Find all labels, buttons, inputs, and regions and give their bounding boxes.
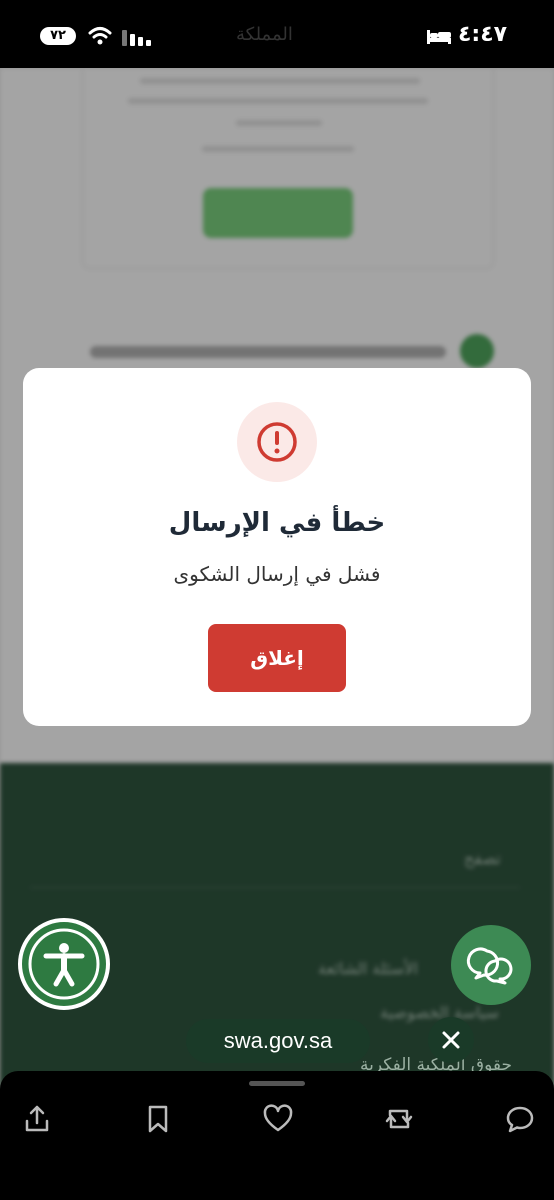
status-center-text: المملكة bbox=[236, 24, 293, 45]
comment-icon[interactable] bbox=[504, 1103, 536, 1135]
close-button[interactable]: إغلاق bbox=[208, 624, 346, 692]
chat-button[interactable] bbox=[451, 925, 531, 1005]
dialog-message: فشل في إرسال الشكوى bbox=[173, 562, 381, 586]
close-icon bbox=[442, 1031, 460, 1049]
accessibility-icon bbox=[28, 928, 100, 1000]
error-dialog: خطأ في الإرسال فشل في إرسال الشكوى إغلاق bbox=[23, 368, 531, 726]
repost-icon[interactable] bbox=[383, 1103, 415, 1135]
dialog-title: خطأ في الإرسال bbox=[168, 508, 386, 538]
signal-icon bbox=[122, 30, 151, 46]
error-icon-container bbox=[237, 402, 317, 482]
chat-bubbles-icon bbox=[466, 947, 513, 985]
heart-icon[interactable] bbox=[262, 1103, 294, 1135]
status-bar: ٧٢ المملكة ٤:٤٧ bbox=[0, 0, 554, 68]
sheet-handle[interactable] bbox=[249, 1081, 305, 1086]
accessibility-button[interactable] bbox=[18, 918, 110, 1010]
share-icon[interactable] bbox=[21, 1103, 53, 1135]
clock: ٤:٤٧ bbox=[458, 22, 508, 47]
wifi-icon bbox=[88, 27, 112, 45]
bookmark-icon[interactable] bbox=[142, 1103, 174, 1135]
alert-circle-icon bbox=[257, 422, 297, 462]
sleep-mode-icon bbox=[427, 30, 451, 44]
battery-icon: ٧٢ bbox=[40, 27, 76, 45]
bottom-toolbar bbox=[0, 1071, 554, 1200]
url-pill[interactable]: swa.gov.sa bbox=[186, 1019, 370, 1063]
close-url-button[interactable] bbox=[428, 1017, 474, 1063]
